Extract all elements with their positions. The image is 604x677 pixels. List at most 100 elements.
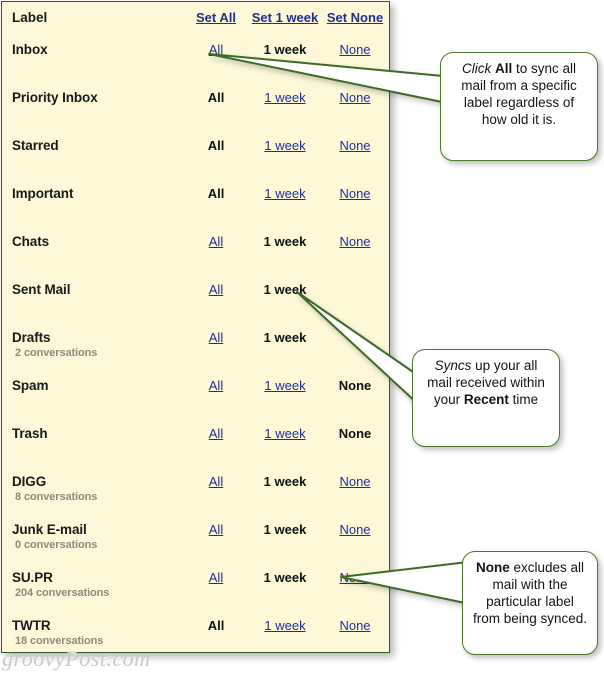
1week-option-cell: 1 week [240,570,330,585]
all-option-link[interactable]: All [209,378,223,393]
1week-option-cell: 1 week [240,474,330,489]
all-option-link[interactable]: All [209,522,223,537]
1week-option-cell: 1 week [240,618,330,633]
table-row: Trash All 1 week None [2,426,389,474]
1week-option-link[interactable]: 1 week [264,138,305,153]
all-option-link[interactable]: All [209,426,223,441]
watermark: groovyPost.com [2,646,151,671]
set-none-link[interactable]: Set None [327,10,383,25]
callout-text-part: All [494,61,513,76]
all-option-link[interactable]: All [209,330,223,345]
1week-option-active: 1 week [263,474,307,489]
table-row: Sent Mail All 1 week [2,282,389,330]
1week-option-active: 1 week [263,234,307,249]
callout-text-part: Syncs [434,358,472,373]
label-name: Sent Mail [12,282,71,297]
set-all-link[interactable]: Set All [196,10,236,25]
table-row: Junk E-mail 0 conversations All 1 week None [2,522,389,570]
1week-option-cell: 1 week [240,138,330,153]
all-option-active: All [207,90,225,105]
set-week-header-cell: Set 1 week [240,10,330,25]
none-option-link[interactable]: None [339,138,370,153]
table-row: Important All 1 week None [2,186,389,234]
table-row: Starred All 1 week None [2,138,389,186]
set-1week-link[interactable]: Set 1 week [252,10,319,25]
label-name: Priority Inbox [12,90,98,105]
table-row: Spam All 1 week None [2,378,389,426]
none-option-link[interactable]: None [339,618,370,633]
1week-option-active: 1 week [263,570,307,585]
callout-text-part: Click [461,61,495,76]
1week-option-active: 1 week [263,282,307,297]
callout-text-part: None [475,560,510,575]
1week-option-active: 1 week [263,522,307,537]
none-option-link[interactable]: None [339,234,370,249]
1week-option-cell: 1 week [240,426,330,441]
all-option-active: All [207,138,225,153]
label-name: Important [12,186,74,201]
label-name: Spam [12,378,49,393]
none-option-active: None [338,426,372,441]
1week-option-link[interactable]: 1 week [264,378,305,393]
label-name: Inbox [12,42,48,57]
1week-option-cell: 1 week [240,522,330,537]
all-option-link[interactable]: All [209,570,223,585]
all-option-active: All [207,186,225,201]
label-name: DIGG [12,474,47,489]
conversation-count: 8 conversations [15,491,98,503]
all-option-link[interactable]: All [209,234,223,249]
none-option-cell: None [320,570,390,585]
table-row: Inbox All 1 week None [2,42,389,90]
all-option-link[interactable]: All [209,42,223,57]
callout-none: None excludes all mail with the particul… [462,551,598,655]
set-none-header-cell: Set None [320,10,390,25]
column-header-label: Label [12,10,48,25]
label-name: SU.PR [12,570,53,585]
label-name: Chats [12,234,50,249]
none-option-cell: None [320,234,390,249]
1week-option-link[interactable]: 1 week [264,186,305,201]
none-option-link[interactable]: None [339,522,370,537]
none-option-active: None [338,378,372,393]
none-option-cell: None [320,522,390,537]
1week-option-active: 1 week [263,42,307,57]
label-name: Starred [12,138,59,153]
none-option-cell: None [320,138,390,153]
conversation-count: 2 conversations [15,347,98,359]
table-row: Priority Inbox All 1 week None [2,90,389,138]
1week-option-active: 1 week [263,330,307,345]
1week-option-cell: 1 week [240,282,330,297]
all-option-link[interactable]: All [209,282,223,297]
1week-option-cell: 1 week [240,186,330,201]
all-option-active: All [207,618,225,633]
table-row: Chats All 1 week None [2,234,389,282]
1week-option-cell: 1 week [240,42,330,57]
none-option-cell: None [320,90,390,105]
table-row: Drafts 2 conversations All 1 week [2,330,389,378]
none-option-cell: None [320,426,390,441]
conversation-count: 0 conversations [15,539,98,551]
1week-option-link[interactable]: 1 week [264,426,305,441]
label-name: Drafts [12,330,51,345]
all-option-link[interactable]: All [209,474,223,489]
callout-all: Click All to sync all mail from a specif… [440,52,598,161]
callout-1week: Syncs up your all mail received within y… [412,349,560,447]
conversation-count: 204 conversations [15,587,110,599]
label-settings-panel: Label Set All Set 1 week Set None Inbox A… [1,1,390,653]
callout-text-part: Recent [463,392,509,407]
1week-option-link[interactable]: 1 week [264,618,305,633]
none-option-link[interactable]: None [339,186,370,201]
none-option-link[interactable]: None [339,474,370,489]
1week-option-cell: 1 week [240,378,330,393]
1week-option-cell: 1 week [240,90,330,105]
none-option-link[interactable]: None [339,570,370,585]
1week-option-link[interactable]: 1 week [264,90,305,105]
label-name: Junk E-mail [12,522,87,537]
1week-option-cell: 1 week [240,330,330,345]
label-name: Trash [12,426,48,441]
label-name: TWTR [12,618,51,633]
callout-text-part: time [508,392,539,407]
1week-option-cell: 1 week [240,234,330,249]
none-option-link[interactable]: None [339,90,370,105]
none-option-link[interactable]: None [339,42,370,57]
